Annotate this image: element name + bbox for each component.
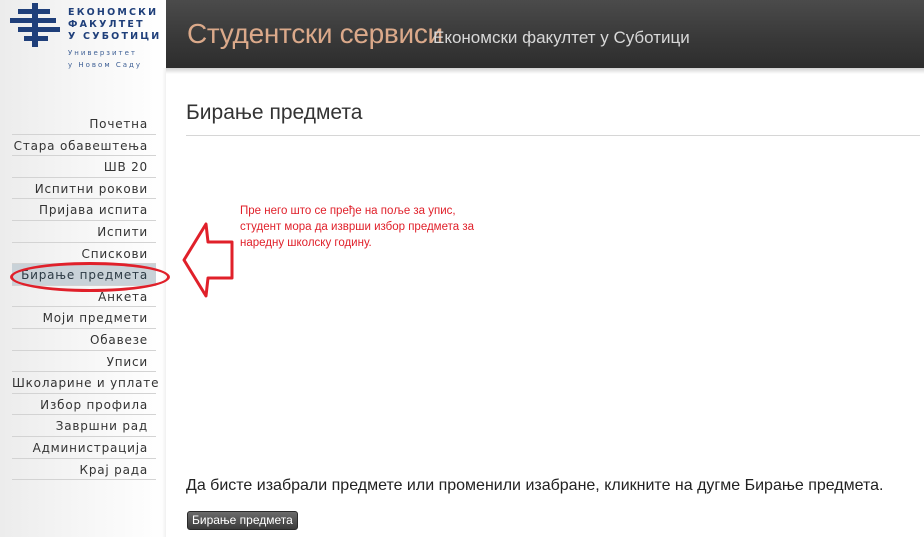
logo-text-line1: ЕКОНОМСКИ — [68, 7, 159, 18]
header-shadow — [166, 68, 924, 74]
instruction-text: Да бисте изабрали предмете или променили… — [186, 477, 884, 494]
logo-text-line3: У СУБОТИЦИ — [68, 31, 162, 42]
sidebar-item-upisi[interactable]: Уписи — [12, 351, 156, 373]
logo-text-line4: Универзитет — [68, 49, 138, 57]
annotation-note: Пре него што се пређе на поље за упис, с… — [240, 205, 475, 249]
sidebar-item-administracija[interactable]: Администрација — [12, 437, 156, 459]
sidebar-nav: Почетна Стара обавештења ШВ 20 Испитни р… — [12, 113, 158, 481]
page-title: Бирање предмета — [186, 101, 363, 124]
sidebar-item-kraj-rada[interactable]: Крај рада — [12, 459, 156, 481]
logo-text-line2: ФАКУЛТЕТ — [68, 19, 145, 30]
header-bar: Студентски сервиси Економски факултет у … — [166, 0, 924, 68]
faculty-logo[interactable]: ЕКОНОМСКИ ФАКУЛТЕТ У СУБОТИЦИ Универзите… — [10, 3, 160, 73]
sidebar-edge-shadow — [162, 68, 166, 537]
app-subtitle: Економски факултет у Суботици — [433, 28, 690, 47]
sidebar-item-moji-predmeti[interactable]: Моји предмети — [12, 307, 156, 329]
sidebar-item-pocetna[interactable]: Почетна — [12, 113, 156, 135]
title-divider — [186, 135, 920, 136]
app-title: Студентски сервиси — [187, 18, 443, 49]
sidebar-item-ispiti[interactable]: Испити — [12, 221, 156, 243]
sidebar-item-obaveze[interactable]: Обавезе — [12, 329, 156, 351]
sidebar-item-izbor-profila[interactable]: Избор профила — [12, 394, 156, 416]
logo-text-line5: у Новом Саду — [68, 61, 142, 69]
biranje-predmeta-button[interactable]: Бирање предмета — [187, 511, 298, 530]
annotation-arrow-icon — [182, 222, 234, 298]
sidebar-item-zavrsni-rad[interactable]: Завршни рад — [12, 415, 156, 437]
sidebar-item-sv20[interactable]: ШВ 20 — [12, 156, 156, 178]
sidebar-item-spiskovi[interactable]: Спискови — [12, 243, 156, 265]
sidebar-item-prijava-ispita[interactable]: Пријава испита — [12, 199, 156, 221]
sidebar-item-ispitni-rokovi[interactable]: Испитни рокови — [12, 178, 156, 200]
sidebar-item-skolarine-i-uplate[interactable]: Школарине и уплате — [12, 372, 158, 394]
sidebar-item-stara-obavestenja[interactable]: Стара обавештења — [12, 135, 156, 157]
annotation-highlight-ellipse — [10, 262, 170, 292]
faculty-logo-mark-icon — [10, 3, 68, 47]
